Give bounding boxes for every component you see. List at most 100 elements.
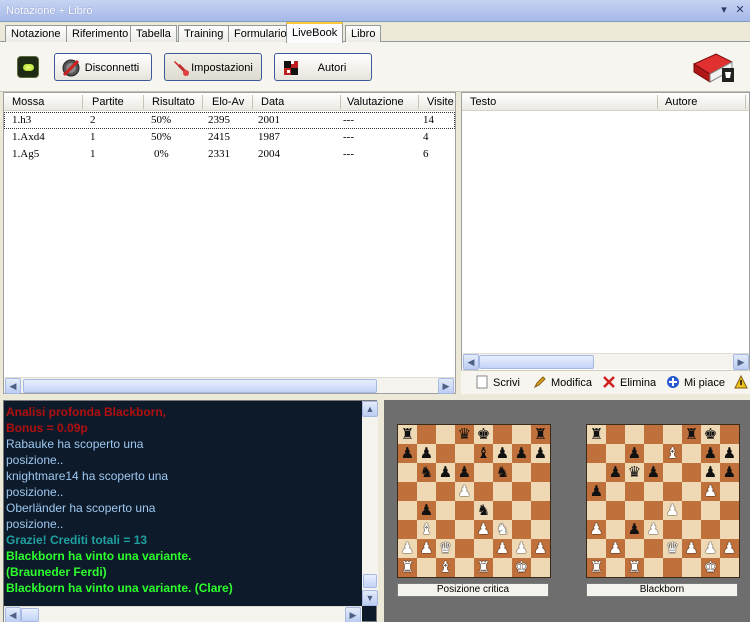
board-square[interactable] bbox=[436, 444, 455, 463]
board-square[interactable]: ♟ bbox=[701, 539, 720, 558]
col-mossa[interactable]: Mossa bbox=[12, 96, 44, 108]
authors-button[interactable]: Autori bbox=[274, 53, 372, 81]
scroll-right-icon[interactable]: ▶ bbox=[438, 378, 454, 394]
board-square[interactable]: ♟ bbox=[493, 444, 512, 463]
board-square[interactable]: ♞ bbox=[474, 501, 493, 520]
col-testo[interactable]: Testo bbox=[470, 96, 496, 108]
board-square[interactable] bbox=[720, 425, 739, 444]
board-square[interactable]: ♟ bbox=[720, 539, 739, 558]
col-elo-av[interactable]: Elo-Av bbox=[212, 96, 244, 108]
log-hscrollbar[interactable]: ◀ ▶ bbox=[4, 606, 362, 622]
board-square[interactable]: ♚ bbox=[701, 558, 720, 577]
board-square[interactable] bbox=[398, 482, 417, 501]
board-square[interactable]: ♟ bbox=[398, 539, 417, 558]
board-square[interactable]: ♟ bbox=[606, 539, 625, 558]
like-button[interactable]: Mi piace bbox=[666, 375, 725, 391]
board-square[interactable] bbox=[512, 425, 531, 444]
board-square[interactable] bbox=[436, 425, 455, 444]
board-square[interactable] bbox=[436, 482, 455, 501]
board-square[interactable] bbox=[720, 520, 739, 539]
board-square[interactable] bbox=[606, 482, 625, 501]
board-square[interactable]: ♞ bbox=[493, 520, 512, 539]
board-square[interactable] bbox=[512, 463, 531, 482]
write-button[interactable]: Scrivi bbox=[475, 375, 520, 391]
board-square[interactable]: ♟ bbox=[436, 463, 455, 482]
col-visite[interactable]: Visite bbox=[427, 96, 454, 108]
board-square[interactable] bbox=[493, 501, 512, 520]
board-square[interactable]: ♜ bbox=[398, 425, 417, 444]
tab-training[interactable]: Training bbox=[178, 25, 230, 42]
board-square[interactable]: ♟ bbox=[587, 482, 606, 501]
board-square[interactable]: ♟ bbox=[398, 444, 417, 463]
board-square[interactable] bbox=[587, 444, 606, 463]
board-square[interactable]: ♟ bbox=[417, 501, 436, 520]
board-square[interactable]: ♟ bbox=[644, 463, 663, 482]
col-valutazione[interactable]: Valutazione bbox=[347, 96, 404, 108]
board-square[interactable]: ♟ bbox=[587, 520, 606, 539]
board-square[interactable]: ♜ bbox=[587, 558, 606, 577]
board-square[interactable] bbox=[417, 482, 436, 501]
board-square[interactable]: ♛ bbox=[436, 539, 455, 558]
scroll-left-icon[interactable]: ◀ bbox=[5, 378, 21, 394]
board-square[interactable]: ♜ bbox=[625, 558, 644, 577]
board-square[interactable]: ♟ bbox=[625, 520, 644, 539]
board-square[interactable] bbox=[625, 501, 644, 520]
board-square[interactable] bbox=[493, 558, 512, 577]
board-square[interactable]: ♟ bbox=[663, 501, 682, 520]
board-square[interactable]: ♟ bbox=[644, 520, 663, 539]
board-square[interactable] bbox=[455, 444, 474, 463]
board-square[interactable] bbox=[606, 558, 625, 577]
board-square[interactable]: ♟ bbox=[512, 539, 531, 558]
board-square[interactable]: ♟ bbox=[531, 539, 550, 558]
board-square[interactable] bbox=[625, 425, 644, 444]
warning-icon[interactable] bbox=[734, 375, 750, 391]
delete-button[interactable]: Elimina bbox=[602, 375, 656, 391]
board-square[interactable] bbox=[474, 482, 493, 501]
board-square[interactable]: ♟ bbox=[417, 444, 436, 463]
board-square[interactable] bbox=[398, 501, 417, 520]
board-square[interactable]: ♛ bbox=[455, 425, 474, 444]
board-square[interactable] bbox=[512, 520, 531, 539]
board-square[interactable] bbox=[587, 539, 606, 558]
board-square[interactable]: ♜ bbox=[682, 425, 701, 444]
board-square[interactable]: ♝ bbox=[474, 444, 493, 463]
board-square[interactable]: ♜ bbox=[398, 558, 417, 577]
col-autore[interactable]: Autore bbox=[665, 96, 697, 108]
comments-hscroll-thumb[interactable] bbox=[479, 355, 594, 369]
blackborn-board[interactable]: ♜ ♜ ♚ ♟ ♝ ♟ ♟ ♟ ♛ ♟ ♟ ♟ ♟ ♟ ♟ ♟ ♟ ♟ ♟ ♛ ♟ ♟ ♟ ♜ ♜ ♚ bbox=[586, 424, 740, 578]
board-square[interactable]: ♚ bbox=[701, 425, 720, 444]
board-square[interactable] bbox=[663, 425, 682, 444]
board-square[interactable]: ♜ bbox=[531, 425, 550, 444]
col-partite[interactable]: Partite bbox=[92, 96, 124, 108]
board-square[interactable] bbox=[455, 520, 474, 539]
board-square[interactable] bbox=[474, 539, 493, 558]
move-row[interactable]: 1.Axd4 1 50% 2415 1987 --- 4 bbox=[4, 129, 455, 146]
board-square[interactable] bbox=[720, 501, 739, 520]
board-square[interactable]: ♟ bbox=[720, 444, 739, 463]
board-square[interactable] bbox=[663, 558, 682, 577]
col-risultato[interactable]: Risultato bbox=[152, 96, 195, 108]
tab-libro[interactable]: Libro bbox=[345, 25, 382, 42]
board-square[interactable] bbox=[663, 520, 682, 539]
board-square[interactable] bbox=[606, 444, 625, 463]
board-square[interactable] bbox=[455, 539, 474, 558]
board-square[interactable]: ♝ bbox=[663, 444, 682, 463]
board-square[interactable] bbox=[720, 482, 739, 501]
board-square[interactable] bbox=[531, 520, 550, 539]
board-square[interactable] bbox=[531, 463, 550, 482]
board-square[interactable]: ♟ bbox=[682, 539, 701, 558]
board-square[interactable] bbox=[644, 444, 663, 463]
board-square[interactable]: ♜ bbox=[474, 558, 493, 577]
board-square[interactable] bbox=[436, 520, 455, 539]
board-square[interactable] bbox=[606, 425, 625, 444]
board-square[interactable]: ♞ bbox=[493, 463, 512, 482]
board-square[interactable]: ♟ bbox=[625, 444, 644, 463]
board-square[interactable] bbox=[644, 558, 663, 577]
board-square[interactable] bbox=[493, 482, 512, 501]
board-square[interactable] bbox=[644, 425, 663, 444]
board-square[interactable]: ♟ bbox=[701, 444, 720, 463]
board-square[interactable] bbox=[682, 463, 701, 482]
board-square[interactable]: ♟ bbox=[493, 539, 512, 558]
log-vscroll-thumb[interactable] bbox=[363, 574, 377, 588]
board-square[interactable] bbox=[644, 539, 663, 558]
